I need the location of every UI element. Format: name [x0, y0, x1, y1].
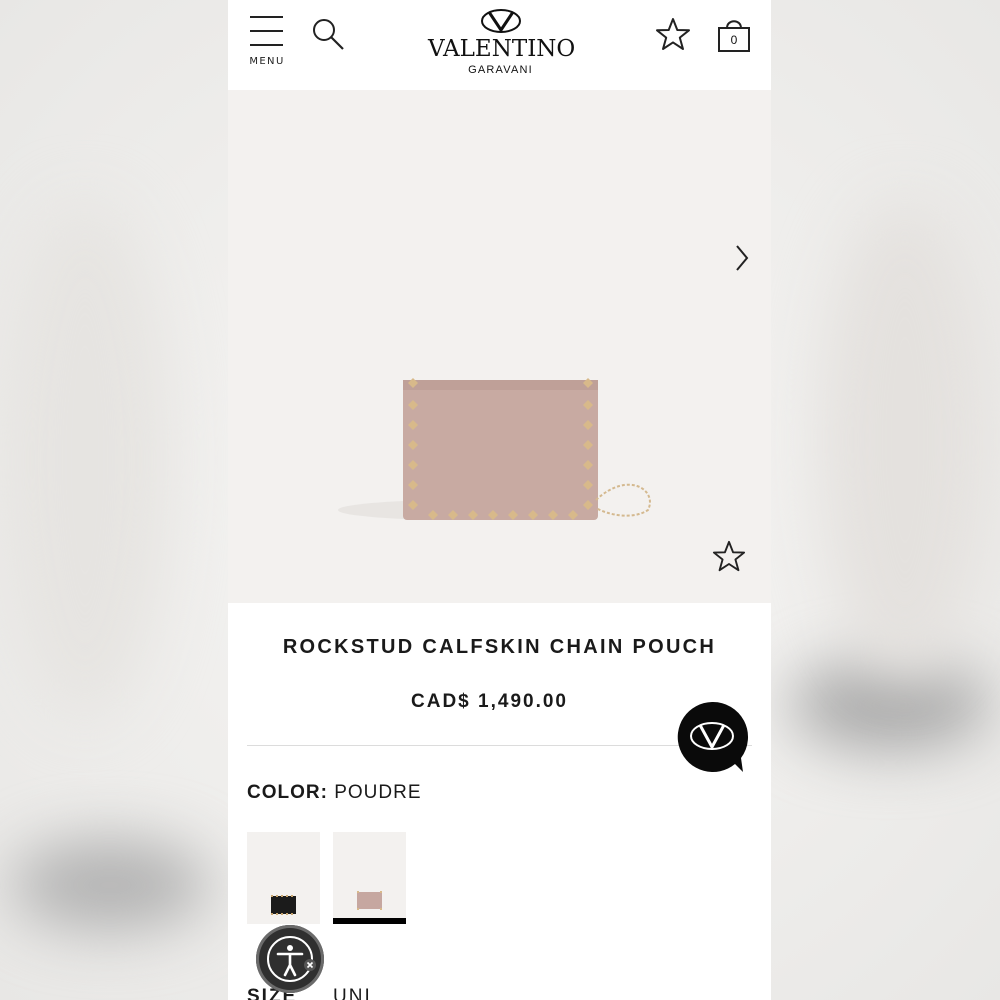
logo-wordmark: VALENTINO: [428, 36, 576, 62]
size-value: UNI: [333, 986, 372, 1000]
chat-button[interactable]: [675, 700, 749, 774]
accessibility-icon: [267, 936, 316, 982]
logo-subtitle: GARAVANI: [468, 64, 533, 76]
star-icon: [712, 540, 746, 572]
star-icon: [656, 18, 690, 50]
swatch-image: [271, 895, 296, 915]
product-image: [338, 378, 651, 520]
product-price: CAD$ 1,490.00: [411, 691, 568, 712]
color-selector-label: COLOR: POUDRE: [247, 782, 422, 804]
next-image-button[interactable]: [728, 240, 756, 276]
product-title: ROCKSTUD CALFSKIN CHAIN POUCH: [282, 636, 717, 658]
swatch-image: [357, 891, 382, 910]
chat-v-logo-icon: [677, 701, 749, 772]
accessibility-button[interactable]: [256, 925, 324, 993]
product-page: MENU VALENTINO GARAVANI 0 ROCKSTUD CALFS…: [228, 0, 771, 1000]
brand-logo[interactable]: VALENTINO GARAVANI: [428, 8, 576, 80]
color-swatch-black[interactable]: [247, 832, 320, 924]
site-header: MENU VALENTINO GARAVANI 0: [228, 0, 771, 90]
product-image-gallery[interactable]: [228, 90, 771, 603]
color-label: COLOR:: [247, 782, 328, 803]
v-logo-icon: [481, 9, 521, 33]
menu-button[interactable]: MENU: [248, 16, 286, 72]
search-button[interactable]: [310, 16, 346, 52]
menu-label: MENU: [249, 56, 285, 67]
add-to-wishlist-button[interactable]: [712, 540, 746, 574]
menu-icon-bar: [250, 30, 283, 32]
menu-icon: [250, 16, 283, 18]
color-swatch-poudre[interactable]: [333, 832, 406, 924]
search-icon: [313, 19, 344, 50]
bag-count: 0: [730, 33, 738, 47]
color-value: POUDRE: [334, 782, 422, 803]
wishlist-button[interactable]: [655, 17, 691, 53]
menu-icon-bar: [250, 44, 283, 46]
chevron-right-icon: [736, 245, 749, 271]
shopping-bag-button[interactable]: 0: [717, 17, 751, 53]
